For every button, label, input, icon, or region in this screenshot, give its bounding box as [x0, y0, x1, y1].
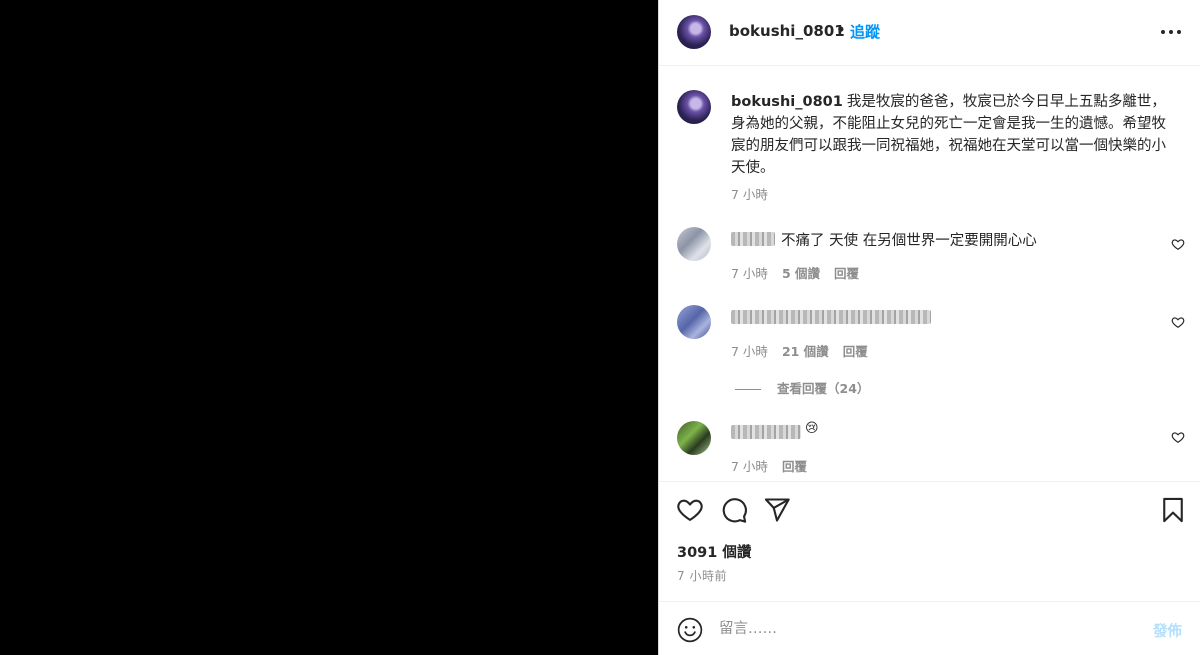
comment-like-heart-icon[interactable] [1171, 237, 1185, 251]
comment-input-bar: 發佈 [659, 601, 1200, 655]
comment-meta: 7 小時 回覆 [731, 456, 807, 475]
more-options-icon[interactable] [1159, 20, 1183, 44]
comment-likes[interactable]: 21 個讚 [782, 344, 829, 359]
comment-time: 7 小時 [731, 266, 768, 281]
reply-button[interactable]: 回覆 [834, 266, 859, 281]
post-actions: 3091 個讚 7 小時前 [659, 481, 1200, 601]
comment-avatar[interactable] [677, 305, 711, 339]
caption-time: 7 小時 [731, 187, 768, 202]
comment-username[interactable] [731, 232, 775, 246]
post-side-panel: bokushi_0801 • 追蹤 bokushi_0801 我是牧宸的爸爸，牧宸… [658, 0, 1200, 655]
author-username[interactable]: bokushi_0801 [729, 22, 845, 40]
caption-username[interactable]: bokushi_0801 [731, 94, 843, 110]
comment-time: 7 小時 [731, 344, 768, 359]
comment-time: 7 小時 [731, 459, 768, 474]
post-media[interactable] [0, 0, 658, 655]
author-avatar[interactable] [677, 15, 711, 49]
comment-text: 不痛了 天使 在另個世界一定要開開心心 [781, 233, 1037, 249]
comment-username[interactable] [731, 425, 801, 439]
comment-input[interactable] [719, 617, 1119, 641]
comment-avatar[interactable] [677, 421, 711, 455]
bookmark-icon[interactable] [1159, 496, 1187, 524]
emoji-icon[interactable] [677, 617, 703, 643]
reply-button[interactable]: 回覆 [782, 459, 807, 474]
view-replies-label: 查看回覆（24） [777, 381, 870, 396]
post-comment-button[interactable]: 發佈 [1153, 620, 1182, 641]
caption-avatar[interactable] [677, 90, 711, 124]
caption: bokushi_0801 我是牧宸的爸爸，牧宸已於今日早上五點多離世，身為她的父親… [731, 91, 1177, 179]
comment-avatar[interactable] [677, 227, 711, 261]
comments-list[interactable]: bokushi_0801 我是牧宸的爸爸，牧宸已於今日早上五點多離世，身為她的父親… [659, 67, 1200, 480]
follow-button[interactable]: 追蹤 [850, 21, 880, 42]
heart-icon[interactable] [676, 496, 704, 524]
replies-divider [735, 389, 761, 390]
comment-likes[interactable]: 5 個讚 [782, 266, 820, 281]
view-replies-button[interactable]: 查看回覆（24） [735, 378, 869, 397]
post-header: bokushi_0801 • 追蹤 [659, 0, 1200, 66]
comment-emoji: 😢 [805, 421, 819, 436]
comment-meta: 7 小時 5 個讚 回覆 [731, 263, 859, 282]
separator-dot: • [836, 21, 846, 39]
send-icon[interactable] [763, 496, 791, 524]
comment-like-heart-icon[interactable] [1171, 430, 1185, 444]
comment-like-heart-icon[interactable] [1171, 315, 1185, 329]
post-time: 7 小時前 [677, 569, 727, 583]
comment-username[interactable] [731, 310, 931, 324]
comment-meta: 7 小時 21 個讚 回覆 [731, 341, 868, 360]
comment-icon[interactable] [720, 496, 748, 524]
likes-count[interactable]: 3091 個讚 [677, 541, 751, 562]
reply-button[interactable]: 回覆 [843, 344, 868, 359]
